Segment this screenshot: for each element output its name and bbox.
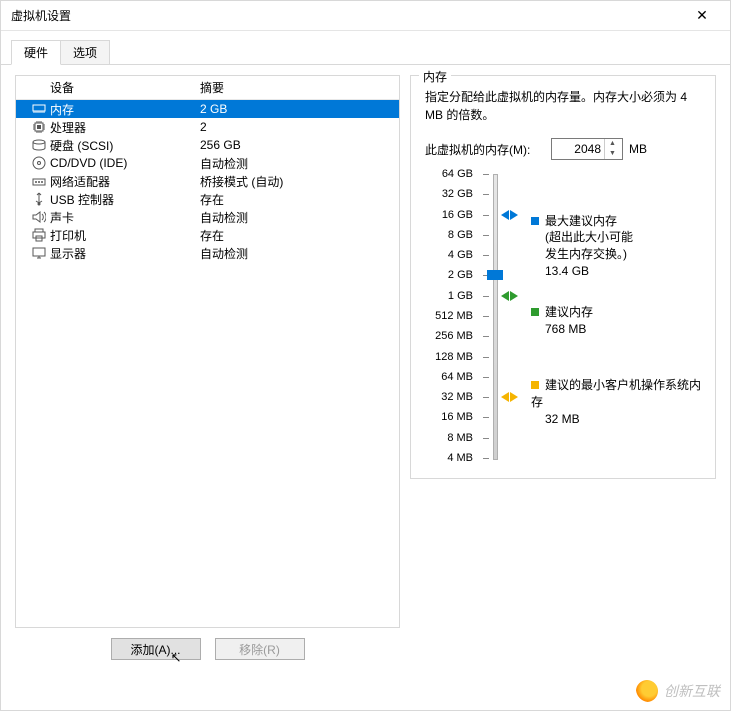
col-summary: 摘要 [200,79,224,96]
device-summary: 自动检测 [200,209,393,226]
device-row-usb[interactable]: USB 控制器存在 [16,190,399,208]
slider-track[interactable] [481,174,507,458]
watermark: 创新互联 [636,680,720,702]
display-icon [28,247,50,259]
watermark-logo-icon [636,680,658,702]
tick-label: 16 MB [441,411,473,423]
marker-triangle-icon [501,291,509,301]
tick-label: 16 GB [442,209,473,221]
device-name: 内存 [50,101,200,118]
tick-label: 4 GB [448,249,473,261]
sound-icon [28,211,50,223]
group-title: 内存 [419,68,451,85]
net-icon [28,175,50,187]
tick-label: 2 GB [448,269,473,281]
device-name: 打印机 [50,227,200,244]
memory-field-row: 此虚拟机的内存(M): ▲ ▼ MB [425,138,705,160]
tick-label: 256 MB [435,330,473,342]
marker-triangle-icon [501,392,509,402]
tick-label: 8 MB [447,432,473,444]
device-summary: 2 GB [200,102,393,116]
marker-triangle-icon [510,291,518,301]
device-summary: 自动检测 [200,155,393,172]
tick-label: 128 MB [435,351,473,363]
tick-label: 8 GB [448,229,473,241]
device-row-cd[interactable]: CD/DVD (IDE)自动检测 [16,154,399,172]
device-list-header: 设备 摘要 [16,76,399,100]
device-summary: 256 GB [200,138,393,152]
min-mem-title: 建议的最小客户机操作系统内存 [531,378,701,409]
device-row-display[interactable]: 显示器自动检测 [16,244,399,262]
content: 设备 摘要 内存2 GB处理器2硬盘 (SCSI)256 GBCD/DVD (I… [1,65,730,710]
tick-label: 512 MB [435,310,473,322]
spin-arrows[interactable]: ▲ ▼ [604,139,620,159]
printer-icon [28,228,50,242]
remove-button: 移除(R) [215,638,305,660]
add-button[interactable]: 添加(A)... ↖ [111,638,201,660]
device-name: CD/DVD (IDE) [50,156,200,170]
marker-triangle-icon [510,392,518,402]
device-summary: 2 [200,120,393,134]
device-row-net[interactable]: 网络适配器桥接模式 (自动) [16,172,399,190]
marker-info: 最大建议内存 (超出此大小可能 发生内存交换。) 13.4 GB 建议内存 76… [531,174,705,458]
memory-field-label: 此虚拟机的内存(M): [425,141,545,158]
device-name: 网络适配器 [50,173,200,190]
titlebar: 虚拟机设置 ✕ [1,1,730,31]
memory-group: 内存 指定分配给此虚拟机的内存量。内存大小必须为 4 MB 的倍数。 此虚拟机的… [410,75,716,479]
cd-icon [28,156,50,170]
device-name: USB 控制器 [50,191,200,208]
memory-icon [28,103,50,115]
device-summary: 自动检测 [200,245,393,262]
device-row-memory[interactable]: 内存2 GB [16,100,399,118]
tick-label: 1 GB [448,290,473,302]
marker-triangle-icon [501,210,509,220]
device-row-cpu[interactable]: 处理器2 [16,118,399,136]
max-mem-value: 13.4 GB [531,264,589,278]
window-title: 虚拟机设置 [11,7,682,24]
device-name: 显示器 [50,245,200,262]
device-name: 处理器 [50,119,200,136]
memory-description: 指定分配给此虚拟机的内存量。内存大小必须为 4 MB 的倍数。 [425,88,705,124]
memory-input[interactable] [552,141,604,157]
spin-down-icon[interactable]: ▼ [605,149,620,159]
marker-triangle-icon [510,210,518,220]
device-row-sound[interactable]: 声卡自动检测 [16,208,399,226]
usb-icon [28,192,50,206]
rec-mem-value: 768 MB [531,322,586,336]
tick-label: 32 MB [441,391,473,403]
device-summary: 存在 [200,191,393,208]
device-name: 硬盘 (SCSI) [50,137,200,154]
col-device: 设备 [50,79,200,96]
tabbar: 硬件 选项 [1,31,730,65]
min-mem-value: 32 MB [531,412,580,426]
tick-label: 4 MB [447,452,473,464]
device-row-disk[interactable]: 硬盘 (SCSI)256 GB [16,136,399,154]
device-name: 声卡 [50,209,200,226]
left-panel: 设备 摘要 内存2 GB处理器2硬盘 (SCSI)256 GBCD/DVD (I… [15,75,400,660]
disk-icon [28,139,50,151]
slider-thumb[interactable] [487,270,503,280]
tick-label: 64 MB [441,371,473,383]
device-buttons: 添加(A)... ↖ 移除(R) [15,628,400,660]
memory-slider: 64 GB32 GB16 GB8 GB4 GB2 GB1 GB512 MB256… [425,174,705,458]
device-row-printer[interactable]: 打印机存在 [16,226,399,244]
spin-up-icon[interactable]: ▲ [605,139,620,149]
rec-mem-title: 建议内存 [545,305,593,319]
cpu-icon [28,120,50,134]
device-list: 设备 摘要 内存2 GB处理器2硬盘 (SCSI)256 GBCD/DVD (I… [15,75,400,628]
max-mem-title: 最大建议内存 [545,214,617,228]
memory-spinbox[interactable]: ▲ ▼ [551,138,623,160]
close-icon[interactable]: ✕ [682,7,722,24]
tick-label: 32 GB [442,188,473,200]
device-summary: 存在 [200,227,393,244]
tab-options[interactable]: 选项 [60,40,110,65]
tab-hardware[interactable]: 硬件 [11,40,61,65]
device-summary: 桥接模式 (自动) [200,173,393,190]
tick-label: 64 GB [442,168,473,180]
memory-unit: MB [629,142,647,156]
right-panel: 内存 指定分配给此虚拟机的内存量。内存大小必须为 4 MB 的倍数。 此虚拟机的… [410,75,716,660]
